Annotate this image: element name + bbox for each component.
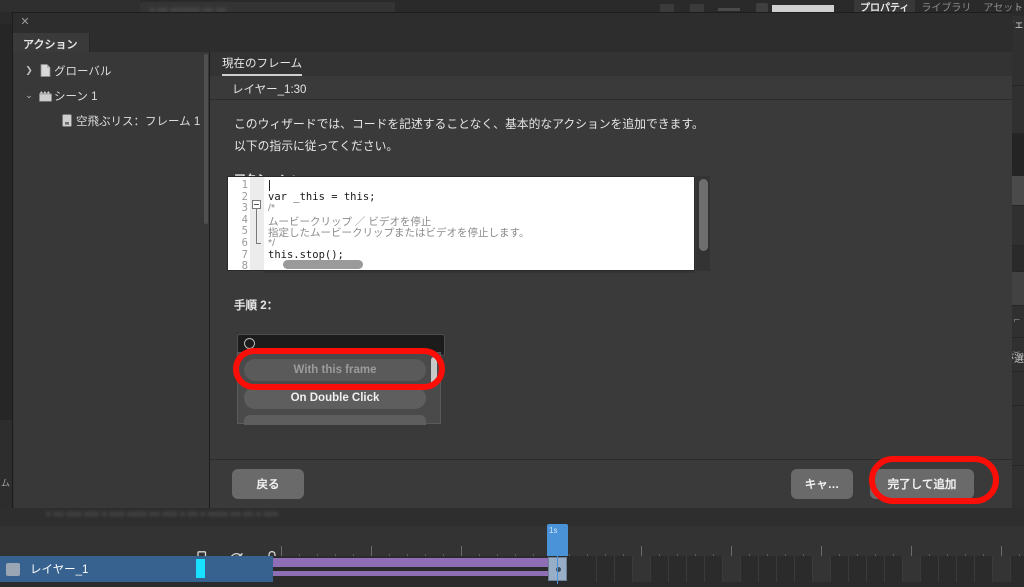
frame-cell[interactable] (597, 556, 615, 582)
tree-item-label: 空飛ぶリス：フレーム 1 (76, 115, 201, 128)
code-line-number: 6 (241, 237, 248, 249)
clapperboard-icon (36, 90, 54, 102)
frame-cell[interactable] (1011, 556, 1024, 582)
frame-cell[interactable] (705, 556, 723, 582)
code-editor[interactable]: 1 2 var _this = this; 3/* 4 ムービークリップ ／ ビデオを停止… (227, 176, 708, 273)
frame-cell[interactable] (687, 556, 705, 582)
tree-item-global[interactable]: ❯ グローバル (14, 58, 209, 83)
chevron-right-icon[interactable]: ❯ (22, 65, 36, 76)
tab-current-frame[interactable]: 現在のフレーム (222, 55, 303, 76)
frame-cell[interactable] (651, 556, 669, 582)
code-fold-gutter[interactable] (250, 177, 264, 270)
frame-span[interactable] (273, 558, 555, 567)
curve-glyph-icon: ⌐ (1013, 314, 1020, 326)
left-edge-partial-label: ム (1, 478, 11, 488)
actions-panel-tabbar[interactable]: アクション (13, 33, 1013, 52)
content-subheader: レイヤー_1:30 (210, 76, 1012, 100)
frame-cell[interactable] (957, 556, 975, 582)
frame-cell[interactable] (885, 556, 903, 582)
frame-cell[interactable] (975, 556, 993, 582)
close-icon[interactable]: ✕ (19, 16, 31, 28)
frame-cell[interactable] (867, 556, 885, 582)
frame-cell[interactable] (795, 556, 813, 582)
layer-icon (6, 562, 20, 576)
code-line-number: 5 (241, 225, 248, 238)
frame-cell[interactable] (903, 556, 921, 582)
code-line-text: var _this = this; (268, 190, 376, 203)
dropdown-scrollbar[interactable] (431, 357, 437, 387)
code-line-number: 1 (241, 179, 248, 191)
document-icon (36, 64, 54, 77)
step2-label: 手順 2： (234, 300, 279, 312)
frame-cell[interactable] (579, 556, 597, 582)
timeline-layer-name: レイヤー_1 (30, 564, 89, 576)
actions-content-panel: 現在のフレーム レイヤー_1:30 このウィザードでは、コードを記述することなく… (210, 52, 1012, 508)
content-tabbar[interactable]: 現在のフレーム (210, 52, 1012, 76)
frame-cell[interactable] (759, 556, 777, 582)
cancel-button[interactable]: キャ… (791, 469, 853, 499)
dropdown-option-partial[interactable] (244, 415, 426, 425)
timeline-header: 152025354045 (0, 526, 1024, 570)
code-line-number: 7 (241, 248, 248, 261)
code-line-number: 2 (241, 190, 248, 203)
tree-item-scene1[interactable]: ⌄ シーン 1 (14, 83, 209, 108)
wizard-description-line1: このウィザードでは、コードを記述することなく、基本的なアクションを追加できます。 (234, 117, 704, 131)
code-caret (269, 180, 270, 191)
dropdown-option-on-double-click[interactable]: On Double Click (244, 387, 426, 409)
frame-cell[interactable] (993, 556, 1011, 582)
frame-cell[interactable] (813, 556, 831, 582)
frame-cell[interactable] (723, 556, 741, 582)
tabbar-filler (89, 33, 1013, 52)
timeline-playhead[interactable]: 1s (547, 524, 568, 556)
tree-item-label: シーン 1 (54, 90, 98, 103)
subheader-label: レイヤー_1:30 (232, 84, 307, 96)
frame-icon (58, 114, 76, 127)
frame-cell[interactable] (741, 556, 759, 582)
code-line-text: /* (268, 202, 276, 215)
code-line-number: 8 (241, 260, 248, 273)
tree-item-frame1[interactable]: 空飛ぶリス：フレーム 1 (14, 108, 209, 133)
layer-highlight-marker (196, 559, 205, 578)
code-line-text: */ (268, 237, 276, 249)
chevron-down-icon[interactable]: ⌄ (22, 90, 36, 101)
search-icon (244, 338, 255, 349)
code-fold-toggle-icon[interactable] (252, 200, 261, 209)
submit-button[interactable]: 完了して追加 (870, 469, 974, 499)
back-button[interactable]: 戻る (232, 469, 304, 499)
actions-panel-titlebar (13, 13, 1013, 33)
dropdown-option-with-this-frame[interactable]: With this frame (244, 359, 426, 381)
code-horizontal-scrollbar[interactable] (283, 260, 363, 269)
frame-span-lower[interactable] (273, 571, 555, 576)
timeline-toolbar: ⌗ ⌗⌗ ⌗⌗⌗ ⌗⌗⌗ ⌗ ⌗⌗⌗ ⌗⌗⌗⌗ ⌗⌗ ⌗⌗⌗ ⌗ ⌗⌗ ⌗ ⌗⌗… (0, 508, 1024, 526)
collapse-panel-icon[interactable]: ‹‹ (1016, 4, 1021, 13)
frame-cell[interactable] (939, 556, 957, 582)
code-line-number: 3 (241, 202, 248, 215)
timeline-layer-row[interactable]: レイヤー_1 (0, 556, 273, 582)
frame-cell[interactable] (633, 556, 651, 582)
code-fold-line (256, 209, 257, 244)
code-line-number: 4 (241, 213, 248, 226)
tree-item-label: グローバル (54, 65, 112, 78)
frame-cell[interactable] (615, 556, 633, 582)
timeline-panel: ⌗ ⌗⌗ ⌗⌗⌗ ⌗⌗⌗ ⌗ ⌗⌗⌗ ⌗⌗⌗⌗ ⌗⌗ ⌗⌗⌗ ⌗ ⌗⌗ ⌗ ⌗⌗… (0, 508, 1024, 587)
frame-cell[interactable] (831, 556, 849, 582)
code-line-text: this.stop(); (268, 248, 344, 261)
frame-cell[interactable] (921, 556, 939, 582)
timeline-frames[interactable]: 1s (273, 524, 1024, 584)
frame-cell[interactable] (849, 556, 867, 582)
trigger-event-dropdown[interactable]: With this frame On Double Click (237, 352, 441, 425)
playhead-time-label: 1s (549, 526, 558, 535)
wizard-description-line2: 以下の指示に従ってください。 (234, 139, 399, 153)
frame-cell[interactable] (669, 556, 687, 582)
tab-actions[interactable]: アクション (13, 33, 90, 52)
actions-tree-panel: ❯ グローバル ⌄ シーン 1 空飛ぶリス：フレーム 1 (14, 52, 210, 508)
code-line-text: 指定したムービークリップまたはビデオを停止します。 (268, 227, 530, 240)
code-fold-foot (256, 243, 261, 244)
playhead-line (557, 556, 558, 584)
blurred-timeline-controls: ⌗ ⌗⌗ ⌗⌗⌗ ⌗⌗⌗ ⌗ ⌗⌗⌗ ⌗⌗⌗⌗ ⌗⌗ ⌗⌗⌗ ⌗ ⌗⌗ ⌗ ⌗⌗… (46, 509, 279, 519)
frame-cell[interactable] (777, 556, 795, 582)
code-vertical-scrollbar[interactable] (699, 179, 708, 251)
wizard-footer: 戻る キャ… 完了して追加 (210, 459, 1012, 508)
